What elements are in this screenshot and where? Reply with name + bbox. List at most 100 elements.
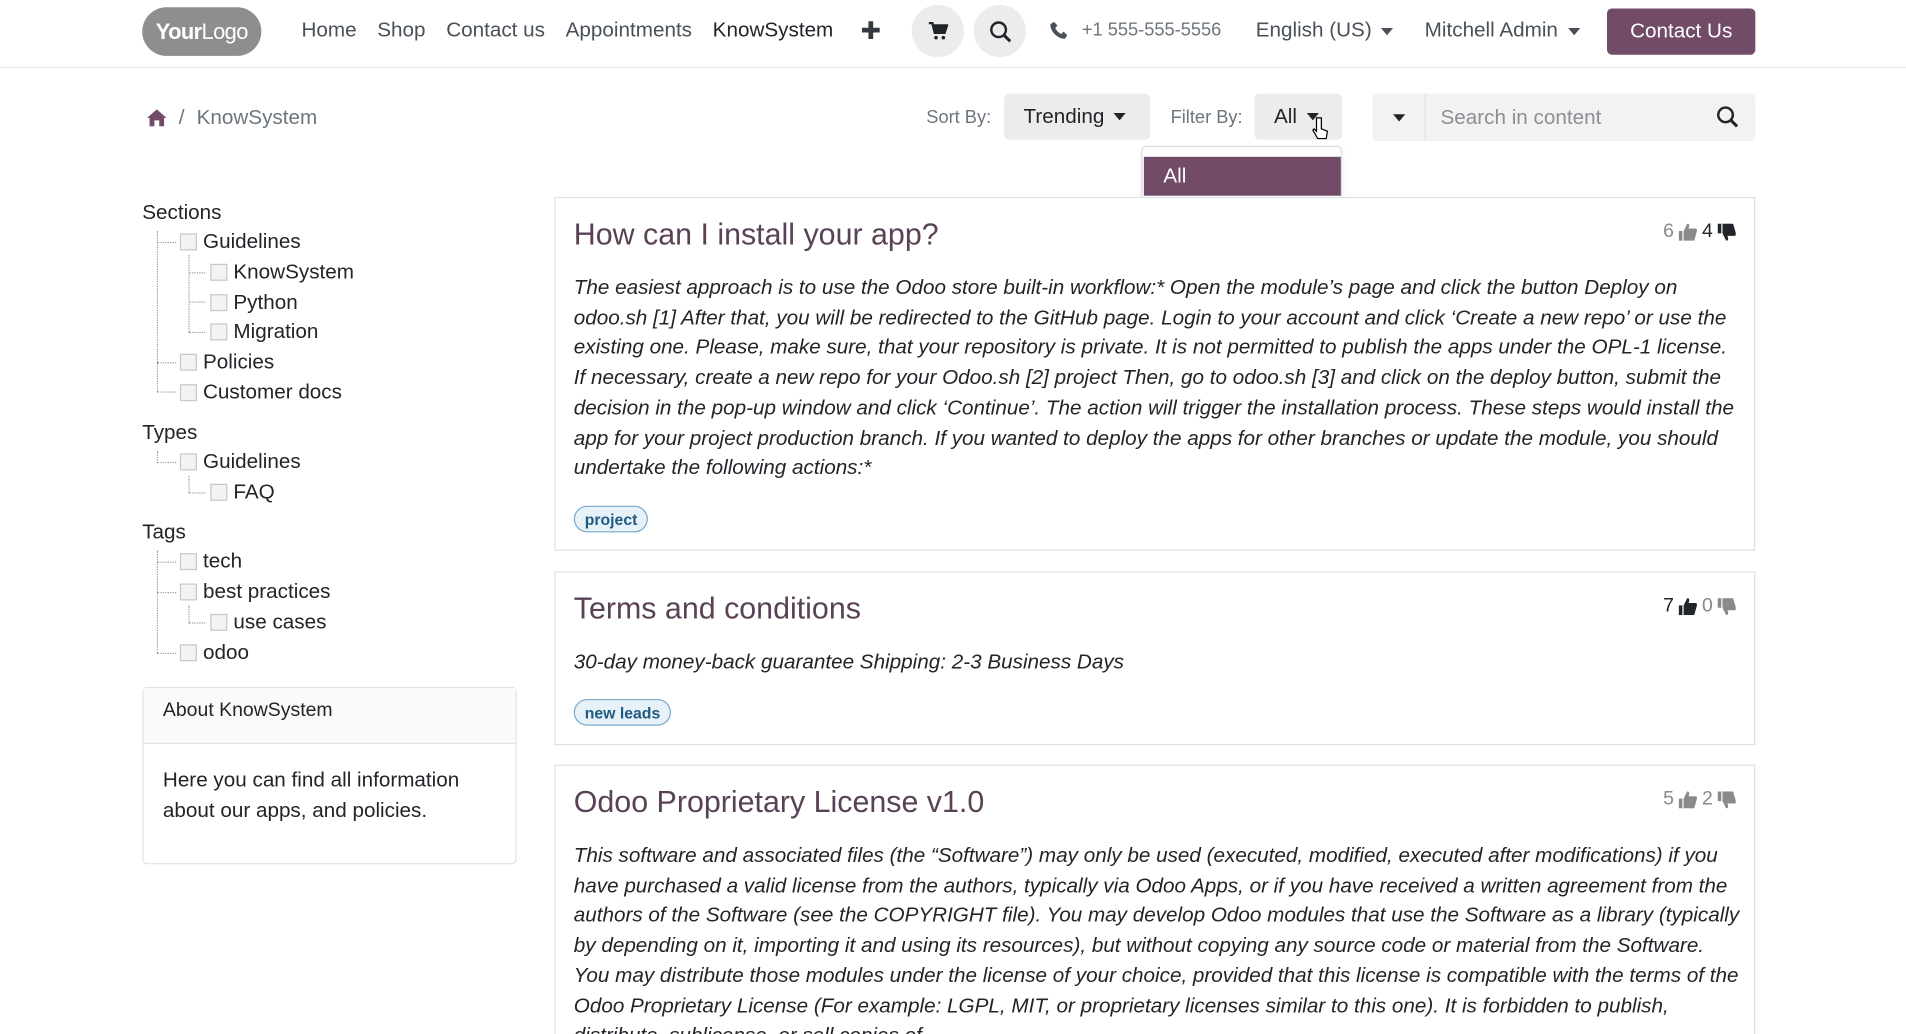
about-text: Here you can find all information about … (162, 768, 460, 822)
dislikes-count: 4 (1701, 221, 1713, 242)
sort-label: Sort By: (926, 106, 992, 128)
search-toggle-button[interactable] (973, 4, 1026, 58)
article-card: How can I install your app? 6 4 The easi… (554, 196, 1756, 551)
breadcrumb: / KnowSystem (147, 106, 317, 130)
cart-button[interactable] (911, 4, 964, 58)
nav-home[interactable]: Home (301, 18, 356, 42)
search-scope-caret-icon (1392, 113, 1405, 121)
thumbs-down-icon[interactable] (1717, 791, 1736, 809)
add-menu-icon[interactable]: ✚ (861, 16, 881, 46)
thumbs-up-icon[interactable] (1678, 791, 1698, 809)
article-excerpt: 30-day money-back guarantee Shipping: 2-… (573, 650, 1125, 674)
section-knowsystem[interactable]: KnowSystem (210, 260, 354, 284)
site-logo[interactable]: Your Logo (142, 7, 262, 56)
section-label: KnowSystem (233, 260, 354, 284)
article-tag[interactable]: new leads (573, 698, 672, 726)
article-tag[interactable]: project (573, 505, 649, 533)
checkbox[interactable] (210, 263, 228, 281)
tag-use-cases[interactable]: use cases (210, 610, 326, 634)
tag-label: use cases (233, 610, 327, 634)
likes-count: 7 (1663, 595, 1674, 617)
article-title[interactable]: Odoo Proprietary License v1.0 (574, 785, 984, 820)
thumbs-down-icon[interactable] (1717, 598, 1736, 616)
tag-label: odoo (203, 640, 249, 664)
tag-label: best practices (203, 579, 331, 603)
checkbox[interactable] (179, 233, 197, 251)
search-scope-dropdown[interactable] (1372, 93, 1426, 142)
site-header: Your Logo Home Shop Contact us Appointmen… (0, 0, 1906, 69)
thumbs-up-icon[interactable] (1678, 598, 1698, 616)
breadcrumb-current: KnowSystem (196, 105, 318, 129)
home-icon[interactable] (147, 109, 167, 127)
logo-text-thin: Logo (201, 18, 249, 44)
article-votes: 7 0 (1663, 596, 1736, 618)
dislikes-count: 0 (1701, 595, 1713, 617)
likes-count: 6 (1663, 221, 1674, 242)
nav-contact-us[interactable]: Contact us (446, 18, 545, 42)
type-label: Guidelines (203, 449, 301, 473)
tag-best-practices[interactable]: best practices (179, 579, 331, 604)
filter-option-all[interactable]: All (1143, 156, 1341, 196)
phone-icon (1050, 21, 1068, 39)
phone-link[interactable]: +1 555-555-5556 (1050, 19, 1221, 40)
checkbox[interactable] (179, 553, 197, 571)
section-python[interactable]: Python (210, 291, 298, 315)
user-name: Mitchell Admin (1424, 18, 1558, 42)
user-menu[interactable]: Mitchell Admin (1425, 18, 1580, 42)
types-title: Types (142, 420, 198, 444)
cart-icon (928, 21, 948, 40)
phone-number: +1 555-555-5556 (1081, 19, 1222, 41)
section-label: Migration (233, 319, 319, 343)
section-label: Customer docs (203, 380, 342, 404)
language-caret-icon (1381, 27, 1394, 35)
section-guidelines[interactable]: Guidelines (179, 229, 301, 254)
checkbox[interactable] (179, 644, 197, 662)
type-label: FAQ (233, 480, 275, 504)
breadcrumb-separator: / (178, 105, 185, 129)
about-title: About KnowSystem (143, 688, 516, 744)
section-policies[interactable]: Policies (179, 350, 275, 374)
thumbs-down-icon[interactable] (1717, 223, 1736, 241)
section-label: Guidelines (203, 229, 301, 253)
search-submit-icon[interactable] (1716, 106, 1739, 128)
sort-caret-icon (1114, 113, 1127, 121)
search-input[interactable] (1425, 93, 1701, 142)
main-nav: Home Shop Contact us Appointments KnowSy… (301, 18, 853, 42)
type-guidelines[interactable]: Guidelines (179, 449, 301, 474)
checkbox[interactable] (179, 583, 197, 601)
tag-tech[interactable]: tech (179, 549, 243, 573)
sections-title: Sections (142, 200, 222, 224)
nav-appointments[interactable]: Appointments (566, 18, 692, 42)
checkbox[interactable] (210, 483, 228, 501)
thumbs-up-icon[interactable] (1678, 223, 1698, 241)
contact-us-button[interactable]: Contact Us (1607, 8, 1756, 55)
section-label: Policies (203, 350, 275, 374)
language-label: English (US) (1255, 18, 1372, 42)
checkbox[interactable] (179, 453, 197, 471)
tag-odoo[interactable]: odoo (179, 640, 249, 665)
logo-text-bold: Your (155, 18, 202, 44)
checkbox[interactable] (179, 384, 197, 402)
likes-count: 5 (1663, 788, 1674, 810)
article-votes: 5 2 (1663, 789, 1736, 811)
tags-title: Tags (142, 520, 186, 544)
nav-shop[interactable]: Shop (377, 18, 425, 42)
checkbox[interactable] (179, 353, 197, 371)
checkbox[interactable] (210, 613, 228, 631)
article-title[interactable]: How can I install your app? (574, 218, 939, 253)
article-title[interactable]: Terms and conditions (574, 592, 861, 627)
language-selector[interactable]: English (US) (1256, 18, 1394, 42)
article-excerpt: The easiest approach is to use the Odoo … (573, 275, 1734, 480)
filter-dropdown[interactable]: All (1254, 93, 1343, 140)
about-panel: About KnowSystem Here you can find all i… (142, 686, 517, 865)
section-customer-docs[interactable]: Customer docs (179, 380, 342, 404)
type-faq[interactable]: FAQ (210, 480, 275, 504)
tag-label: tech (203, 549, 243, 573)
filter-label: Filter By: (1170, 106, 1243, 128)
sort-dropdown[interactable]: Trending (1004, 93, 1150, 140)
article-votes: 6 4 (1663, 221, 1736, 243)
nav-knowsystem[interactable]: KnowSystem (713, 18, 834, 42)
checkbox[interactable] (210, 323, 228, 341)
section-migration[interactable]: Migration (210, 320, 318, 344)
checkbox[interactable] (210, 294, 228, 312)
